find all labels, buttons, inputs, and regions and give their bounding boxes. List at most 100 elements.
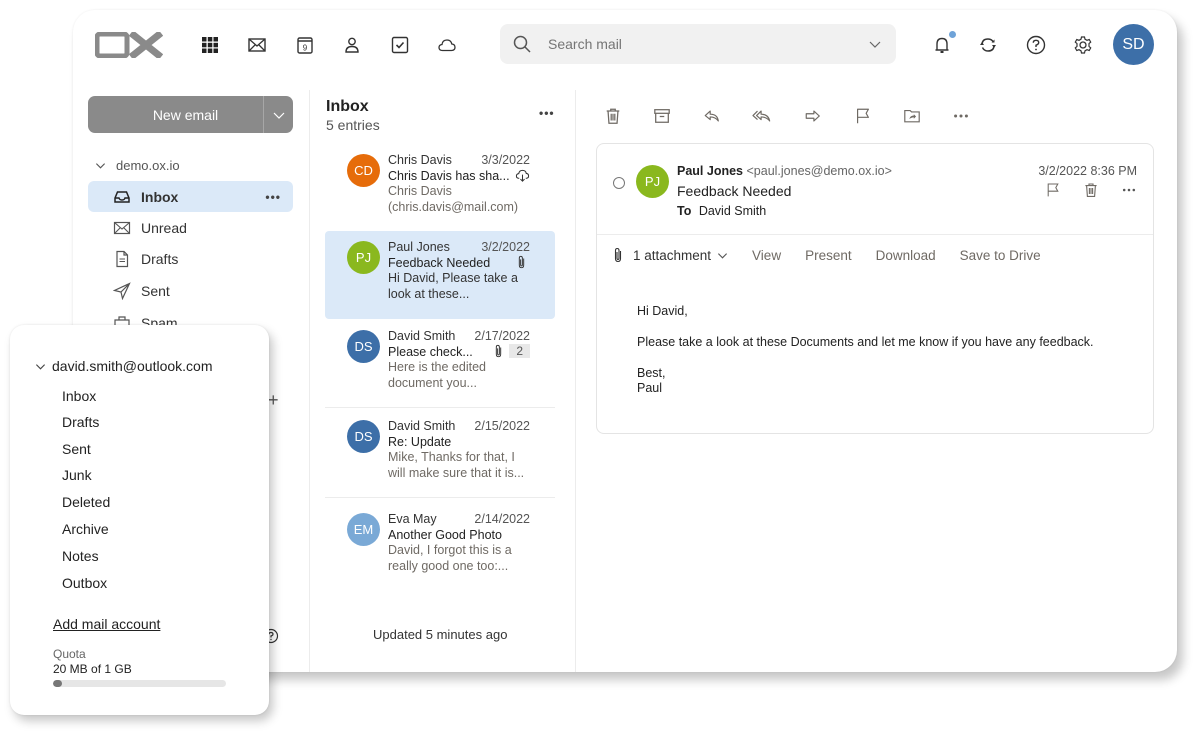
quota-progress-bar [53, 680, 226, 687]
mail-detail-card: PJ Paul Jones <paul.jones@demo.ox.io> Fe… [596, 143, 1154, 434]
sender[interactable]: Paul Jones <paul.jones@demo.ox.io> [677, 164, 892, 178]
mail-preview: Mike, Thanks for that, I will make sure … [388, 450, 525, 480]
add-folder-icon[interactable]: + [268, 390, 279, 411]
folder-title: Inbox [326, 98, 369, 115]
new-email-label: New email [152, 106, 219, 123]
sidebar-item-inbox[interactable]: Inbox ••• [88, 181, 293, 212]
calendar-icon[interactable]: 9 [293, 33, 317, 57]
popup-folder-junk[interactable]: Junk [62, 467, 92, 483]
mail-preview: Here is the edited document you... [388, 360, 486, 390]
delete-button[interactable] [603, 106, 623, 126]
list-separator [325, 497, 555, 498]
account-toggle[interactable]: demo.ox.io [95, 158, 180, 173]
top-bar: 9 SD [73, 10, 1177, 80]
download-attachment-link[interactable]: Download [876, 248, 936, 263]
popup-folder-notes[interactable]: Notes [62, 548, 99, 564]
chevron-down-icon [95, 163, 106, 169]
trash-icon [606, 108, 620, 124]
popup-folder-sent[interactable]: Sent [62, 441, 91, 457]
svg-text:9: 9 [303, 44, 308, 53]
popup-folder-deleted[interactable]: Deleted [62, 494, 110, 510]
mail-select-radio[interactable] [613, 177, 625, 189]
paperclip-icon [496, 344, 502, 358]
document-icon [113, 250, 131, 268]
refresh-icon [980, 38, 996, 52]
mail-list-item-selected[interactable]: PJ Paul Jones 3/2/2022 Feedback Needed H… [325, 231, 555, 319]
popup-folder-inbox[interactable]: Inbox [62, 388, 96, 404]
archive-button[interactable] [652, 106, 672, 126]
more-icon[interactable] [1121, 182, 1137, 198]
flag-icon[interactable] [1045, 182, 1061, 198]
notifications-button[interactable] [931, 31, 956, 56]
sidebar-divider [309, 90, 310, 672]
view-attachment-link[interactable]: View [752, 248, 781, 263]
more-actions-button[interactable] [951, 106, 971, 126]
search-options-chevron-icon[interactable] [868, 37, 882, 51]
chevron-down-icon [35, 363, 46, 370]
mail-subject: Re: Update [388, 434, 452, 449]
updated-status: Updated 5 minutes ago [373, 627, 508, 642]
drive-icon[interactable] [435, 33, 459, 57]
search-bar[interactable] [500, 24, 896, 64]
popup-folder-drafts[interactable]: Drafts [62, 414, 99, 430]
body-closing: Best, [637, 366, 666, 380]
apps-grid-icon[interactable] [198, 33, 222, 57]
popup-folder-archive[interactable]: Archive [62, 521, 109, 537]
to-label: To [677, 204, 692, 218]
forward-button[interactable] [803, 106, 823, 126]
mail-subject: Feedback Needed [677, 183, 792, 199]
ox-logo [95, 32, 163, 58]
refresh-button[interactable] [977, 34, 999, 56]
mail-list-item[interactable]: DS David Smith 2/17/2022 Please check...… [325, 320, 555, 408]
save-to-drive-link[interactable]: Save to Drive [960, 248, 1041, 263]
sender-avatar: EM [347, 513, 380, 546]
search-input[interactable] [548, 36, 868, 52]
help-button[interactable] [1025, 34, 1047, 56]
popup-folder-outbox[interactable]: Outbox [62, 575, 107, 591]
user-avatar[interactable]: SD [1113, 24, 1154, 65]
sender-avatar: DS [347, 330, 380, 363]
mail-list-item[interactable]: DS David Smith 2/15/2022 Re: Update Mike… [325, 410, 555, 498]
paperclip-icon [614, 247, 622, 263]
mail-date: 3/2/2022 [481, 240, 530, 254]
help-icon [1026, 35, 1046, 55]
sidebar-item-sent[interactable]: Sent [88, 275, 293, 306]
recipient-name[interactable]: David Smith [699, 204, 766, 218]
list-separator [325, 407, 555, 408]
folder-more-button[interactable]: ••• [265, 190, 281, 204]
search-icon [513, 35, 531, 53]
attachment-count: 1 attachment [633, 247, 712, 263]
reply-all-button[interactable] [752, 106, 772, 126]
envelope-icon [113, 219, 131, 237]
new-email-button[interactable]: New email [88, 96, 293, 133]
attachments-toggle[interactable]: 1 attachment [633, 248, 728, 263]
sidebar-item-drafts[interactable]: Drafts [88, 243, 293, 274]
move-button[interactable] [902, 106, 922, 126]
mail-icon[interactable] [245, 33, 269, 57]
thread-count-badge: 2 [509, 344, 530, 358]
card-divider [597, 234, 1153, 235]
reply-button[interactable] [702, 106, 722, 126]
mail-date: 3/2/2022 8:36 PM [1038, 164, 1137, 178]
flag-button[interactable] [853, 106, 873, 126]
present-attachment-link[interactable]: Present [805, 248, 852, 263]
mail-subject: Another Good Photo [388, 527, 502, 542]
flag-icon [857, 108, 869, 124]
contacts-icon[interactable] [340, 33, 364, 57]
add-mail-account-link[interactable]: Add mail account [53, 616, 160, 632]
sidebar-item-label: Unread [141, 219, 187, 236]
tasks-icon[interactable] [388, 33, 412, 57]
folder-move-icon [904, 110, 920, 123]
sidebar-item-label: Drafts [141, 250, 179, 267]
new-email-options-chevron-icon[interactable] [263, 96, 293, 133]
popup-account-toggle[interactable]: david.smith@outlook.com [35, 358, 213, 374]
sidebar-item-unread[interactable]: Unread [88, 212, 293, 243]
mail-list-item[interactable]: CD Chris Davis 3/3/2022 Chris Davis has … [325, 144, 555, 232]
list-options-button[interactable]: ••• [539, 106, 555, 120]
trash-icon[interactable] [1083, 182, 1099, 198]
cloud-download-icon [515, 168, 530, 183]
mail-list-item[interactable]: EM Eva May 2/14/2022 Another Good Photo … [325, 503, 555, 591]
forward-icon [805, 110, 820, 122]
mail-date: 2/14/2022 [474, 512, 530, 526]
settings-button[interactable] [1072, 34, 1094, 56]
